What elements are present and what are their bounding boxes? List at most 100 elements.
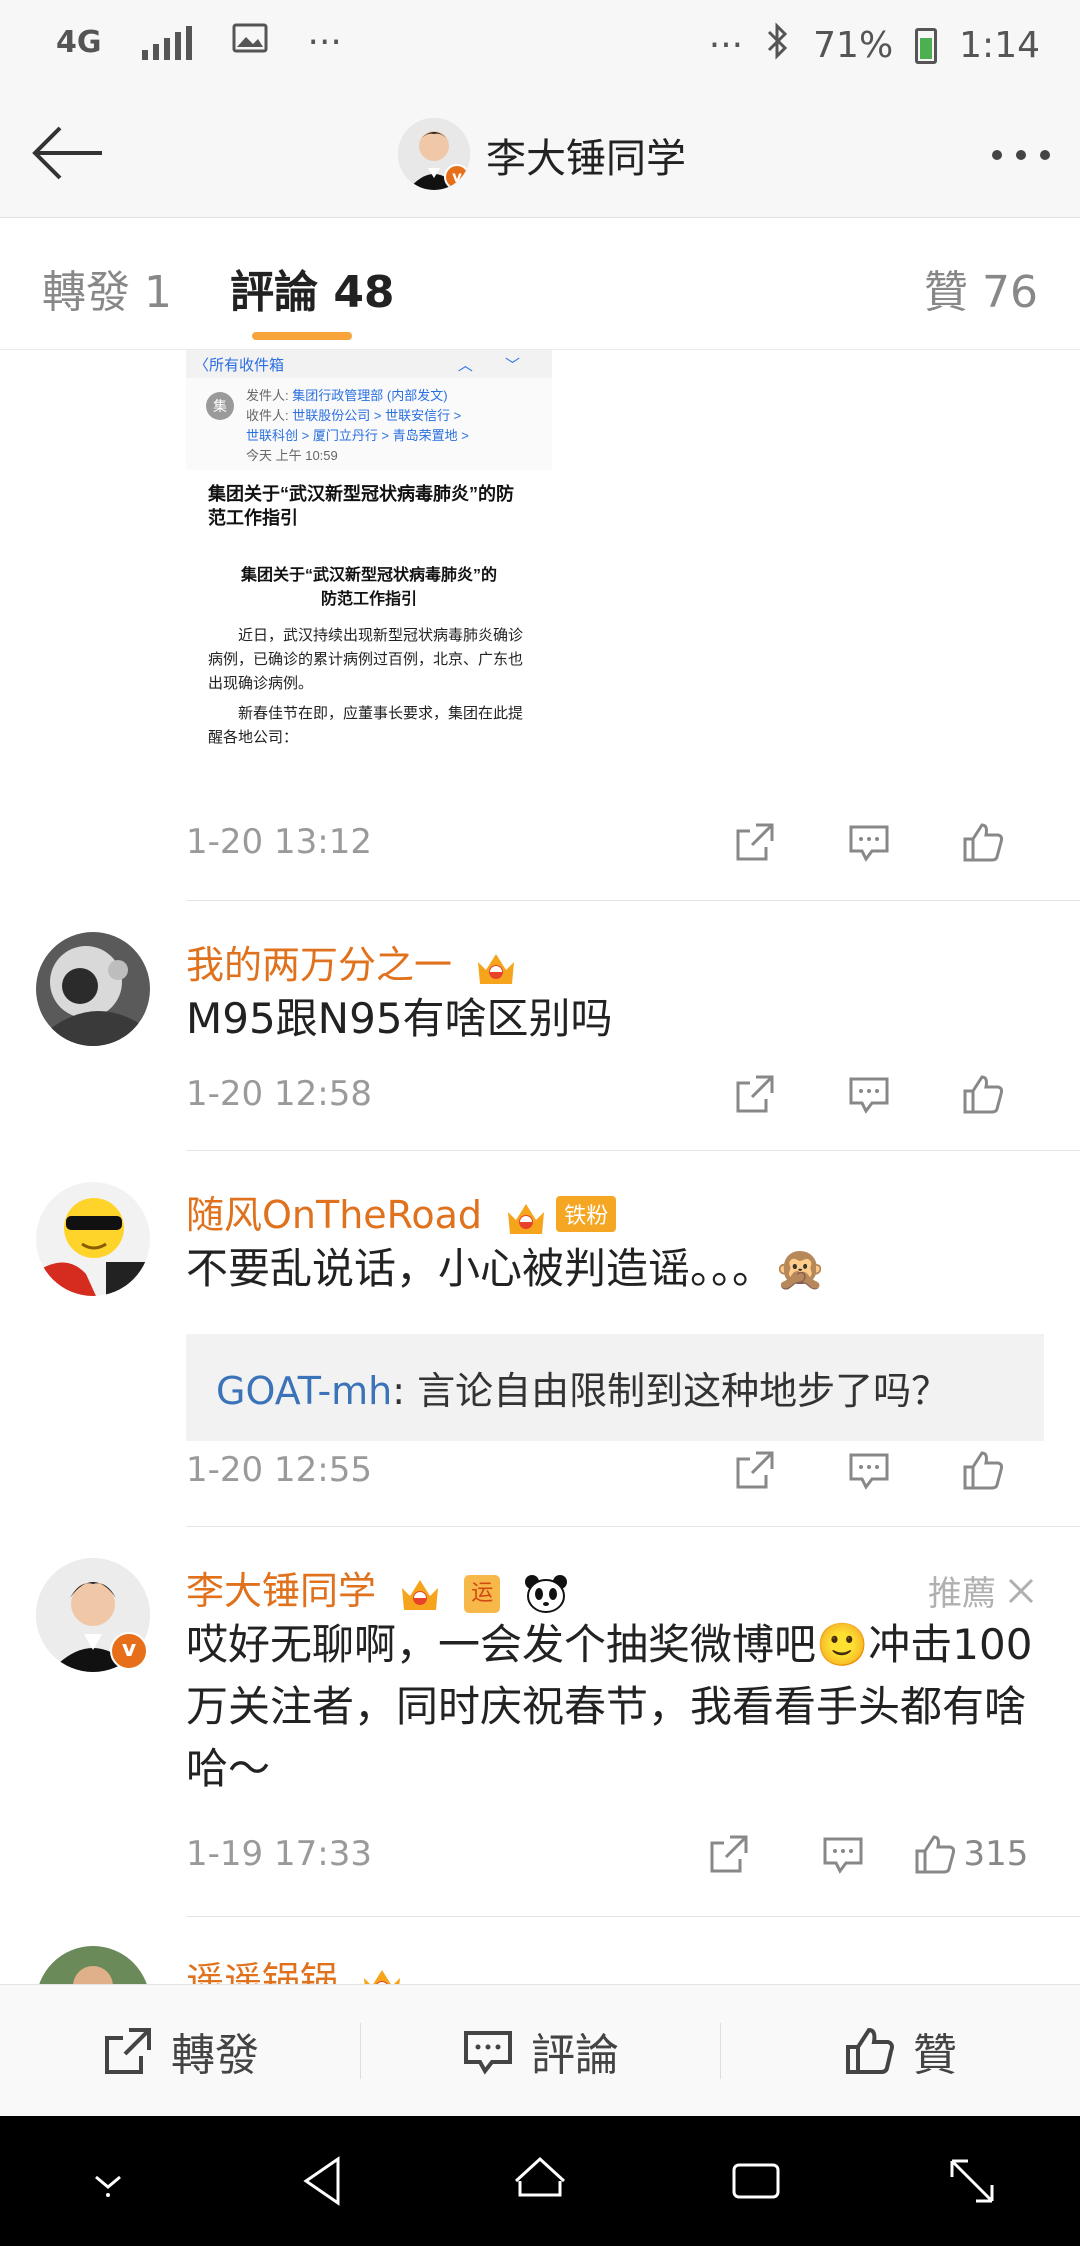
- inbox-back-label: 〈所有收件箱: [194, 357, 285, 374]
- repost-button[interactable]: [698, 812, 812, 872]
- email-paragraph-2: 新春佳节在即，应董事长要求，集团在此提醒各地公司：: [208, 705, 524, 746]
- comment-icon: [464, 2030, 512, 2075]
- repost-action[interactable]: 轉發: [0, 1985, 360, 2116]
- top-nav-bar: v 李大锤同学: [0, 90, 1080, 218]
- email-topbar: 〈所有收件箱 ︿ ﹀: [186, 350, 552, 378]
- avatar[interactable]: [36, 1182, 150, 1296]
- active-tab-indicator: [252, 332, 352, 340]
- comment-label: 評論: [531, 2029, 619, 2081]
- sender-label: 发件人:: [246, 388, 289, 403]
- close-icon[interactable]: [1006, 1576, 1036, 1606]
- thumbs-up-icon: [915, 1835, 955, 1874]
- recipients-2: 世联科创 > 厦门立丹行 > 青岛荣置地 >: [246, 428, 469, 443]
- like-button[interactable]: [926, 1440, 1040, 1500]
- reply-button[interactable]: [786, 1824, 900, 1884]
- share-icon: [736, 1075, 774, 1113]
- tab-comments[interactable]: 評論 48: [230, 256, 395, 320]
- like-action[interactable]: 贊: [720, 1985, 1080, 2116]
- image-notification-icon: [232, 22, 268, 63]
- thumbs-up-icon: [846, 2027, 894, 2074]
- battery-percent: 71%: [813, 25, 894, 66]
- recommend-tag: 推薦: [928, 1566, 1036, 1615]
- fan-badge: 铁粉: [556, 1195, 617, 1232]
- sub-reply[interactable]: GOAT-mh: 言论自由限制到这种地步了吗？: [186, 1334, 1044, 1441]
- status-overflow: ···: [708, 25, 744, 66]
- network-indicator: 4G: [56, 25, 102, 60]
- avatar[interactable]: [36, 932, 150, 1046]
- thumbs-up-icon: [963, 823, 1004, 862]
- comment-button[interactable]: [812, 812, 926, 872]
- expand-nav-icon[interactable]: [942, 2151, 1002, 2211]
- tab-likes[interactable]: 贊 76: [924, 256, 1038, 320]
- repost-label: 轉發: [171, 2029, 259, 2081]
- comment-action[interactable]: 評論: [360, 1985, 720, 2116]
- comment-time: 1-20 12:55: [186, 1450, 372, 1490]
- page-title: 李大锤同学: [486, 136, 686, 182]
- vip-crown-icon: [478, 953, 515, 984]
- reply-button[interactable]: [812, 1440, 926, 1500]
- chevrons-icon: ︿ ﹀: [457, 357, 534, 374]
- comment-text: 哎好无聊啊，一会发个抽奖微博吧🙂冲击100 万关注者，同时庆祝春节，我看看手头都…: [186, 1620, 1033, 1793]
- repost-button[interactable]: [698, 1064, 812, 1124]
- recents-nav-icon[interactable]: [726, 2151, 786, 2211]
- like-button[interactable]: 315: [900, 1824, 1040, 1884]
- header-avatar[interactable]: v: [398, 118, 470, 190]
- more-dots-icon[interactable]: [992, 150, 1050, 160]
- share-icon: [736, 1451, 774, 1489]
- reply-button[interactable]: [812, 1064, 926, 1124]
- comment-time: 1-20 12:58: [186, 1074, 372, 1114]
- overflow-notifications: ···: [307, 22, 342, 63]
- comment-username[interactable]: 李大锤同学 运: [186, 1560, 568, 1615]
- divider: [186, 1526, 1080, 1527]
- attached-image[interactable]: 〈所有收件箱 ︿ ﹀ 集 发件人: 集团行政管理部 (内部发文) 收件人: 世联…: [186, 350, 552, 795]
- post-time: 1-20 13:12: [186, 822, 372, 862]
- comment-icon: [849, 1453, 889, 1490]
- thumbs-up-icon: [963, 1451, 1004, 1490]
- comment-username[interactable]: 我的两万分之一: [186, 934, 518, 989]
- sender-avatar: 集: [206, 392, 234, 420]
- comment-actions: [698, 1440, 1040, 1500]
- thumbs-up-icon: [963, 1075, 1004, 1114]
- post-actions: [698, 812, 1040, 872]
- verified-badge-icon: v: [444, 164, 470, 190]
- bottom-action-bar: 轉發 評論 贊: [0, 1984, 1080, 2116]
- comment-icon: [849, 825, 889, 862]
- comment-username[interactable]: 随风OnTheRoad 铁粉: [186, 1184, 617, 1239]
- back-arrow-icon[interactable]: [28, 120, 108, 186]
- share-icon: [710, 1835, 748, 1873]
- vip-crown-icon: [402, 1579, 439, 1610]
- like-label: 贊: [913, 2029, 957, 2081]
- email-subheading: 集团关于“武汉新型冠状病毒肺炎”的防范工作指引: [240, 567, 497, 608]
- tab-bar: 轉發 1 評論 48 贊 76: [0, 218, 1080, 350]
- like-count: 315: [963, 1834, 1029, 1874]
- comment-actions: [698, 1064, 1040, 1124]
- status-bar: 4G ··· ··· 71% 1:14: [0, 0, 1080, 90]
- email-heading: 集团关于“武汉新型冠状病毒肺炎”的防范工作指引: [208, 484, 514, 528]
- reply-username[interactable]: GOAT-mh: [216, 1369, 392, 1413]
- like-button[interactable]: [926, 812, 1040, 872]
- repost-button[interactable]: [698, 1440, 812, 1500]
- divider: [186, 900, 1080, 901]
- recipients-label: 收件人:: [246, 408, 289, 423]
- recipients-1: 世联股份公司 > 世联安信行 >: [292, 408, 462, 423]
- sent-time: 今天 上午 10:59: [246, 448, 338, 463]
- like-button[interactable]: [926, 1064, 1040, 1124]
- divider: [186, 1150, 1080, 1151]
- panda-icon: [525, 1574, 568, 1613]
- comment-icon: [849, 1077, 889, 1114]
- email-paragraph-1: 近日，武汉持续出现新型冠状病毒肺炎确诊病例，已确诊的累计病例过百例，北京、广东也…: [208, 627, 524, 692]
- vip-crown-icon: [508, 1203, 545, 1234]
- share-icon: [105, 2027, 151, 2074]
- home-nav-icon[interactable]: [510, 2151, 570, 2211]
- tab-reposts[interactable]: 轉發 1: [42, 256, 172, 320]
- reply-text: : 言论自由限制到这种地步了吗？: [392, 1369, 950, 1413]
- repost-button[interactable]: [672, 1824, 786, 1884]
- verified-badge-icon: v: [110, 1632, 148, 1670]
- back-nav-icon[interactable]: [294, 2151, 354, 2211]
- comment-actions: 315: [672, 1824, 1040, 1884]
- comment-icon: [823, 1837, 863, 1874]
- clock: 1:14: [959, 25, 1040, 66]
- sender: 集团行政管理部 (内部发文): [292, 388, 448, 403]
- comment-time: 1-19 17:33: [186, 1834, 372, 1874]
- hide-keyboard-icon[interactable]: [78, 2151, 138, 2211]
